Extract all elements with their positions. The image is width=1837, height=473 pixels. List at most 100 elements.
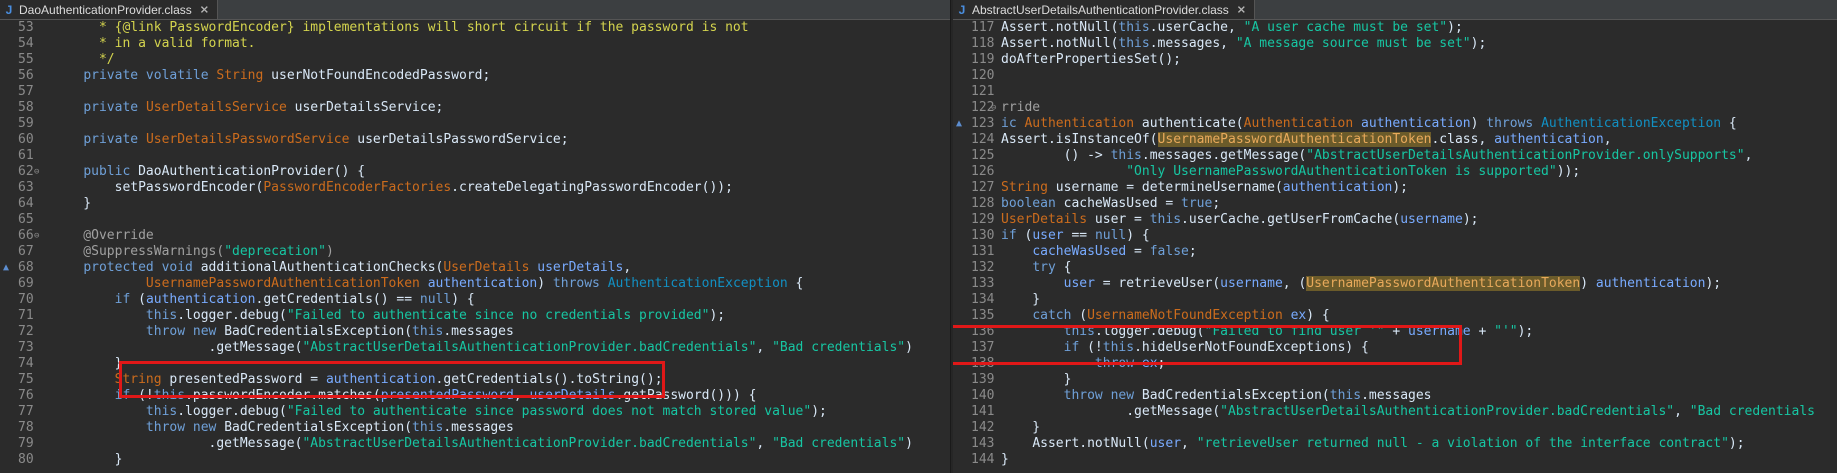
- code-editor-right[interactable]: 117 118 119 120 121 122 ⊖ 123 ▲ 124 125 126 127 128 12…: [953, 20, 1837, 473]
- override-marker-icon[interactable]: ▲: [3, 260, 9, 276]
- line-number-text: 80: [18, 452, 34, 467]
- tab-bar-right: J AbstractUserDetailsAuthenticationProvi…: [953, 0, 1837, 20]
- line-number: 132: [953, 260, 998, 276]
- code-token: .messages,: [1149, 36, 1236, 51]
- code-token: }: [52, 196, 92, 211]
- close-icon[interactable]: ⨯: [1237, 3, 1246, 16]
- line-number: 64: [0, 196, 50, 212]
- code-token: authentication: [1595, 276, 1706, 291]
- line-number-text: 63: [18, 180, 34, 195]
- code-line: cacheWasUsed = false;: [1001, 244, 1837, 260]
- code-line: */: [52, 52, 950, 68]
- tab-label: AbstractUserDetailsAuthenticationProvide…: [972, 2, 1229, 17]
- code-token: "Bad credentials": [772, 436, 906, 451]
- code-token: );: [709, 308, 726, 323]
- line-number: 134: [953, 292, 998, 308]
- code-token: private volatile: [83, 68, 217, 83]
- code-token: ex: [1290, 308, 1307, 323]
- code-token: catch: [1032, 308, 1080, 323]
- code-line: .getMessage("AbstractUserDetailsAuthenti…: [52, 436, 950, 452]
- code-token: {: [787, 276, 804, 291]
- line-number: 73: [0, 340, 50, 356]
- line-number: 78: [0, 420, 50, 436]
- code-line: this.logger.debug("Failed to authenticat…: [52, 404, 950, 420]
- code-line: * in a valid format.: [52, 36, 950, 52]
- line-number: 59: [0, 116, 50, 132]
- code-token: @Override: [52, 228, 154, 243]
- line-number: 144: [953, 452, 998, 468]
- code-token: UsernamePasswordAuthenticationToken: [1306, 276, 1581, 291]
- line-number-text: 55: [18, 52, 34, 67]
- code-token: +: [1470, 324, 1495, 339]
- line-number-text: 78: [18, 420, 34, 435]
- code-token: .getMessage(: [52, 340, 303, 355]
- fold-toggle-icon[interactable]: ⊖: [34, 228, 39, 244]
- code-editor-left[interactable]: 53 54 55 56 57 58 59 60 61 62 ⊖ 63 64 65 66 ⊖ 67 68 ▲ 69 70 7…: [0, 20, 950, 473]
- line-number-text: 130: [971, 228, 995, 243]
- code-token: .messages.getMessage(: [1141, 148, 1307, 163]
- code-token: );: [1447, 20, 1463, 35]
- code-token: this: [1118, 36, 1150, 51]
- code-token: ,: [1744, 148, 1753, 163]
- code-token: true: [1181, 196, 1213, 211]
- code-line: }: [1001, 292, 1837, 308]
- line-number: 131: [953, 244, 998, 260]
- code-token: user: [1032, 228, 1064, 243]
- code-token: UserDetailsPasswordService: [145, 132, 350, 147]
- fold-toggle-icon[interactable]: ⊖: [991, 100, 996, 116]
- code-token: }: [52, 452, 123, 467]
- line-number-text: 119: [971, 52, 995, 67]
- code-token: private: [83, 132, 146, 147]
- code-token: "AbstractUserDetailsAuthenticationProvid…: [302, 340, 757, 355]
- code-line: Assert.notNull(this.messages, "A message…: [1001, 36, 1837, 52]
- code-token: ,: [756, 436, 773, 451]
- line-number: 80: [0, 452, 50, 468]
- code-token: user =: [1087, 212, 1150, 227]
- code-token: }: [1001, 292, 1041, 307]
- code-line: * {@link PasswordEncoder} implementation…: [52, 20, 950, 36]
- code-token: UsernamePasswordAuthenticationToken: [1157, 132, 1432, 147]
- code-token: );: [811, 404, 827, 419]
- line-number-text: 134: [971, 292, 995, 307]
- line-number: 124: [953, 132, 998, 148]
- tab-abstract-user-details-authentication-provider[interactable]: J AbstractUserDetailsAuthenticationProvi…: [953, 0, 1255, 19]
- code-line: boolean cacheWasUsed = true;: [1001, 196, 1837, 212]
- override-marker-icon[interactable]: ▲: [956, 116, 962, 132]
- close-icon[interactable]: ⨯: [200, 3, 209, 16]
- tab-dao-authentication-provider[interactable]: J DaoAuthenticationProvider.class ⨯: [0, 0, 218, 19]
- code-token: "Failed to authenticate since no credent…: [286, 308, 710, 323]
- code-token: UserDetails: [1001, 212, 1088, 227]
- fold-toggle-icon[interactable]: ⊖: [34, 164, 39, 180]
- code-token: ): [1580, 276, 1596, 291]
- code-line: .getMessage("AbstractUserDetailsAuthenti…: [52, 340, 950, 356]
- line-number-text: 60: [18, 132, 34, 147]
- code-token: this: [412, 324, 444, 339]
- code-line: this.logger.debug("Failed to authenticat…: [52, 308, 950, 324]
- code-token: userNotFoundEncodedPassword;: [263, 68, 491, 83]
- line-number-text: 140: [971, 388, 995, 403]
- code-text-area[interactable]: Assert.notNull(this.userCache, "A user c…: [1001, 20, 1837, 473]
- code-token: authentication: [145, 292, 256, 307]
- code-token: AuthenticationException: [607, 276, 788, 291]
- code-token: user: [1063, 276, 1095, 291]
- code-token: rride: [1001, 100, 1041, 115]
- code-token: }: [1001, 420, 1041, 435]
- highlight-box-throw-bad-credentials: [119, 361, 665, 398]
- code-token: );: [1392, 180, 1409, 195]
- line-number-text: 139: [971, 372, 995, 387]
- line-number: 53: [0, 20, 50, 36]
- code-line: .getMessage("AbstractUserDetailsAuthenti…: [1001, 404, 1837, 420]
- line-number: 128: [953, 196, 998, 212]
- code-token: null: [1094, 228, 1127, 243]
- code-token: Assert.isInstanceOf(: [1001, 132, 1158, 147]
- code-token: username = determineUsername(: [1047, 180, 1283, 195]
- code-text-area[interactable]: * {@link PasswordEncoder} implementation…: [52, 20, 950, 473]
